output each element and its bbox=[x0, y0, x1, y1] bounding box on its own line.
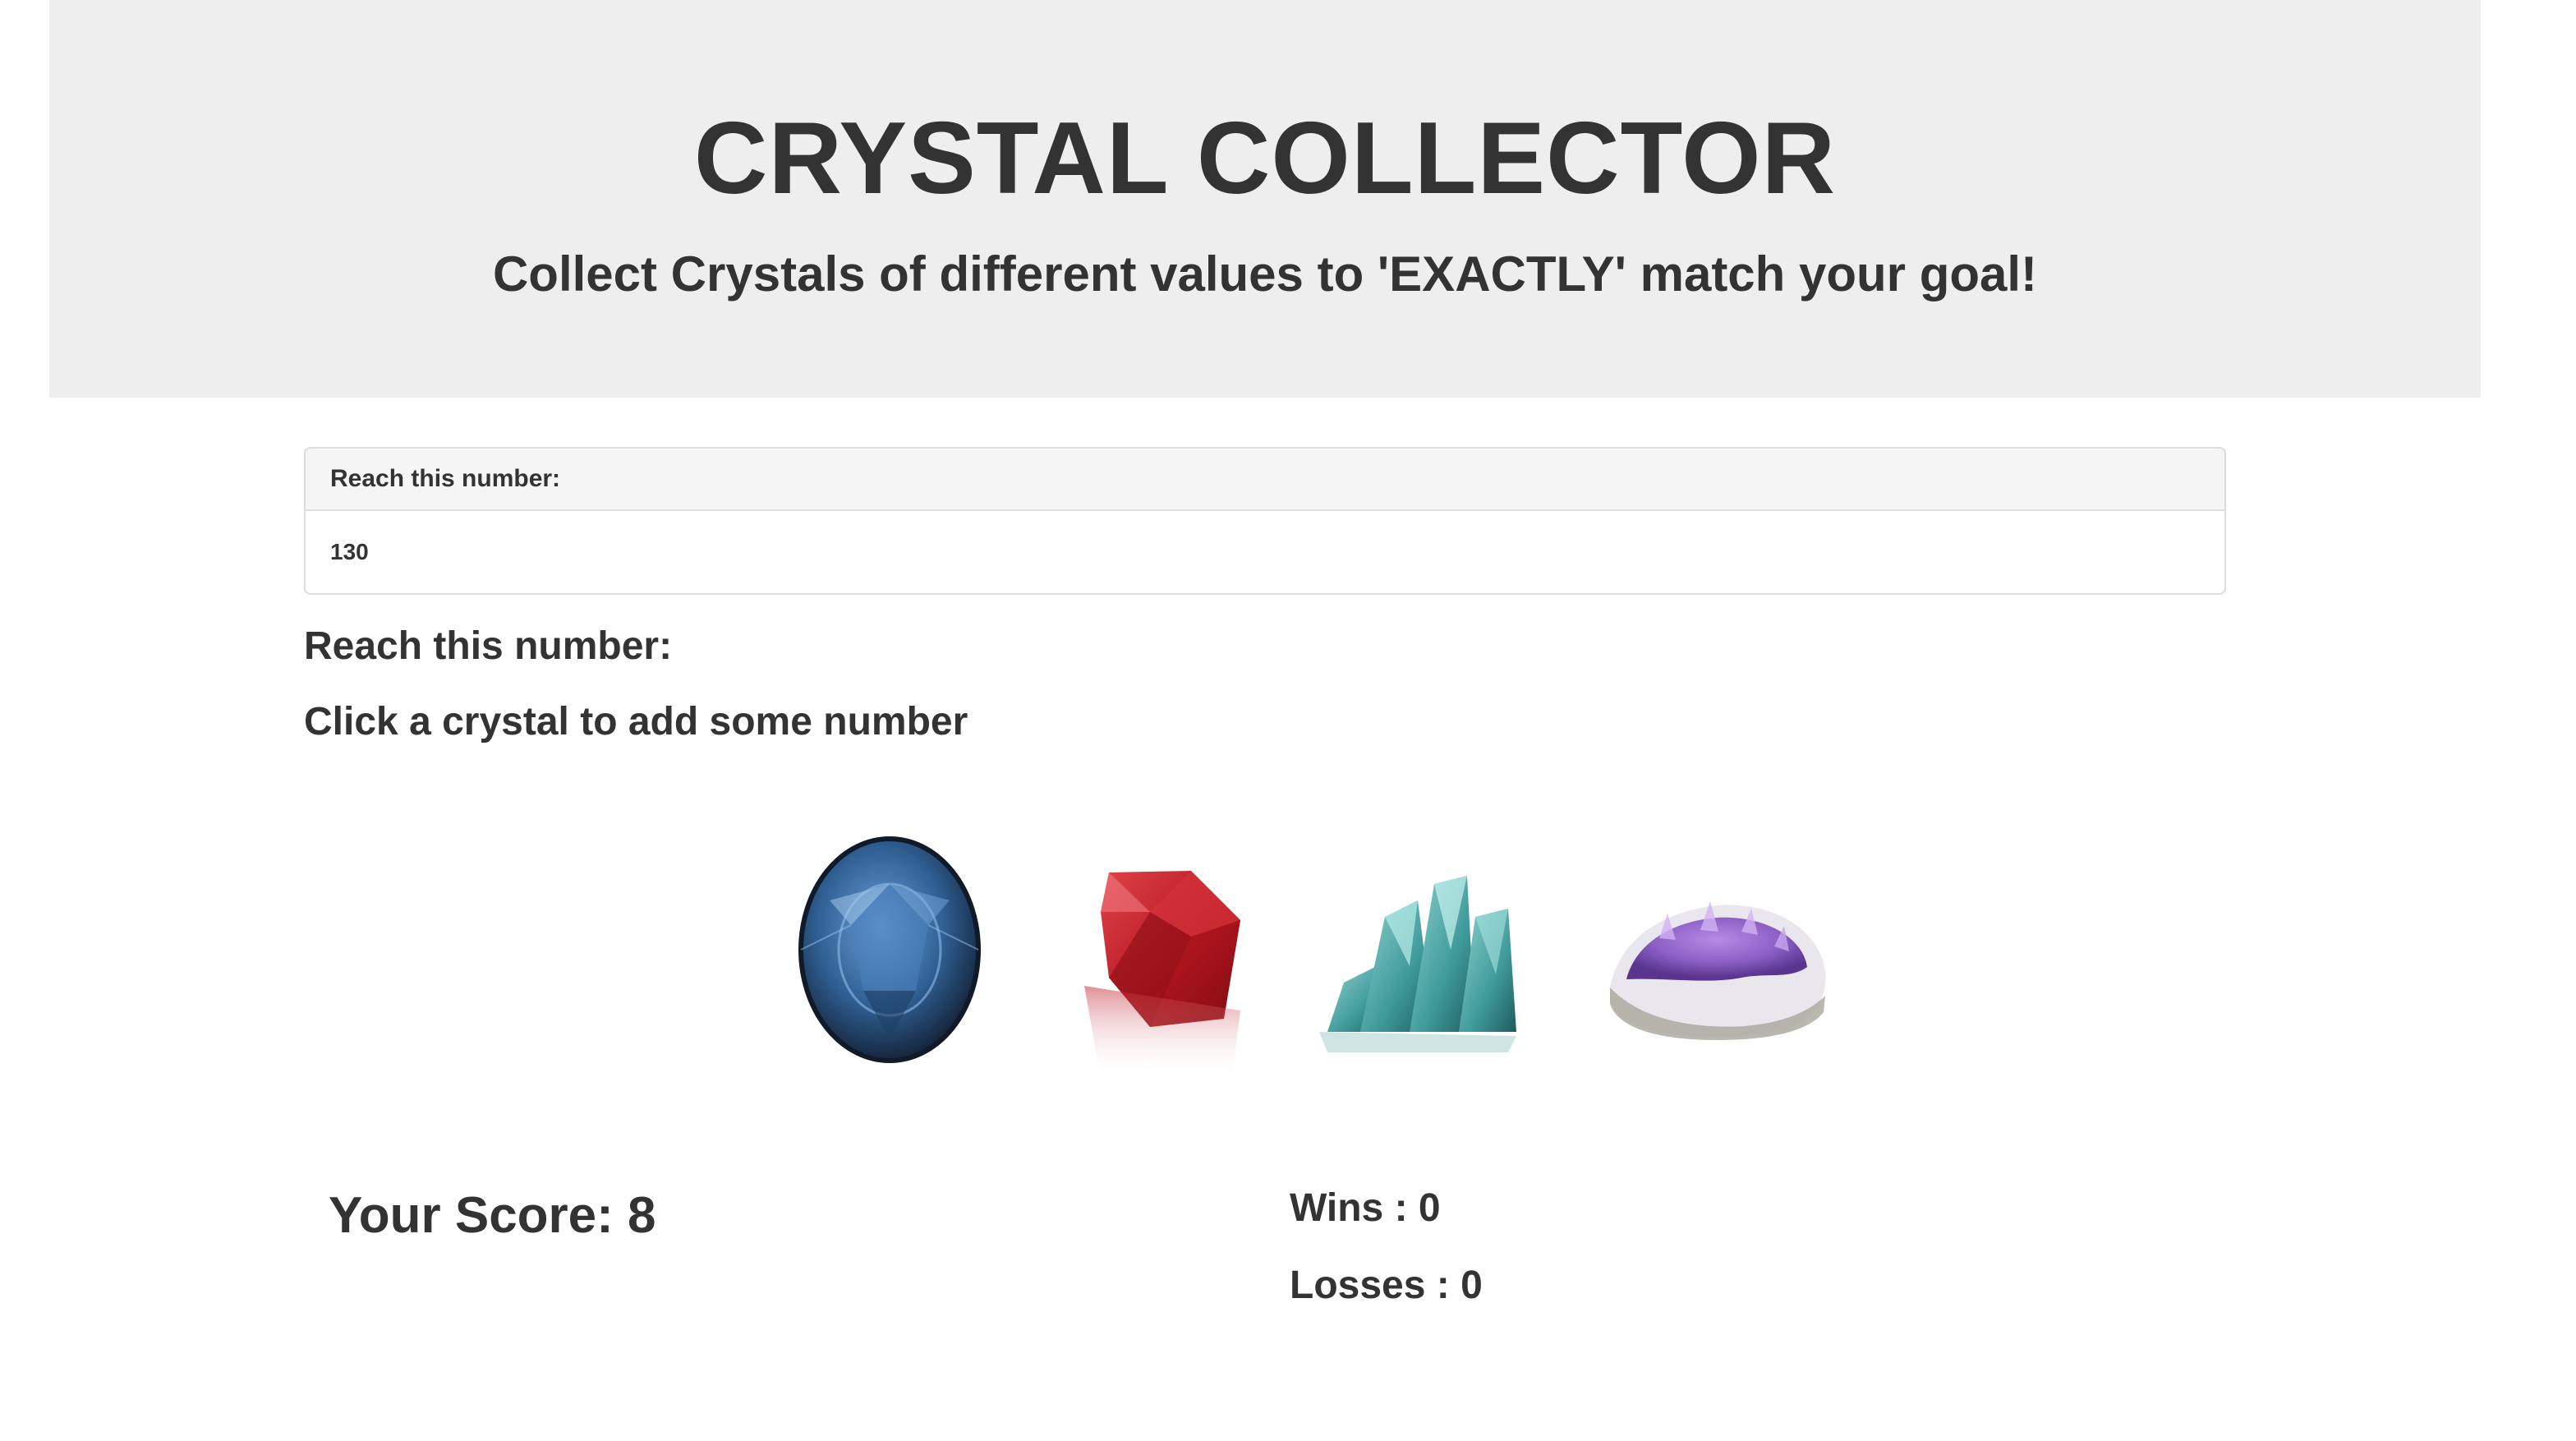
reach-number-label: Reach this number: bbox=[304, 624, 673, 668]
target-number-panel: Reach this number: 130 bbox=[304, 447, 2226, 595]
crystal-red-button[interactable] bbox=[1051, 863, 1273, 1078]
page-subtitle: Collect Crystals of different values to … bbox=[492, 246, 2038, 302]
teal-crystal-cluster-icon bbox=[1319, 876, 1516, 1052]
red-diamond-gem-icon bbox=[1084, 871, 1240, 1078]
header-jumbotron: CRYSTAL COLLECTOR Collect Crystals of di… bbox=[49, 0, 2481, 398]
click-crystal-instruction: Click a crystal to add some number bbox=[304, 700, 968, 744]
wins-count: Wins : 0 bbox=[1290, 1186, 1441, 1230]
target-number-value: 130 bbox=[330, 539, 369, 564]
crystal-teal-button[interactable] bbox=[1311, 868, 1528, 1058]
panel-heading: Reach this number: bbox=[306, 449, 2224, 511]
crystal-purple-button[interactable] bbox=[1602, 881, 1832, 1045]
losses-count: Losses : 0 bbox=[1290, 1264, 1483, 1307]
blue-oval-gem-icon bbox=[798, 836, 981, 1063]
purple-amethyst-geode-icon bbox=[1609, 901, 1826, 1040]
crystal-blue-button[interactable] bbox=[797, 835, 982, 1065]
page-title: CRYSTAL COLLECTOR bbox=[693, 102, 1837, 215]
your-score: Your Score: 8 bbox=[329, 1187, 656, 1244]
